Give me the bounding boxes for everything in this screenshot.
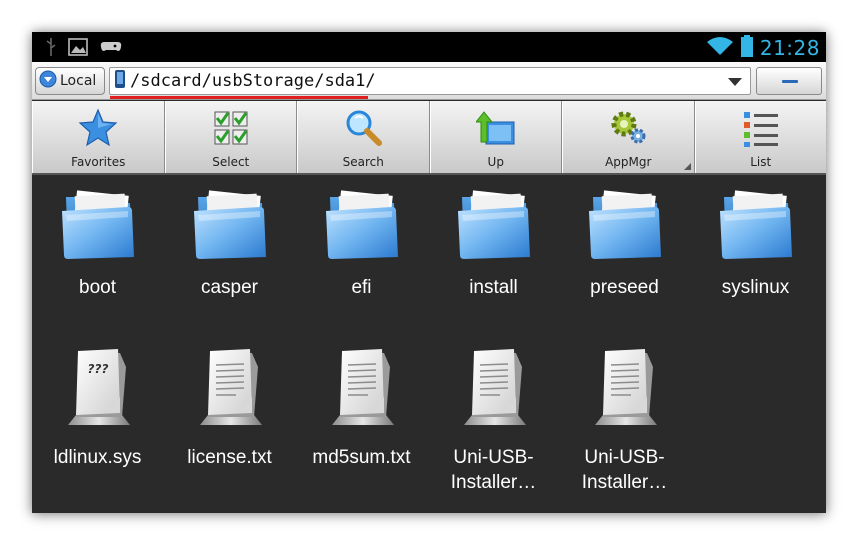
battery-icon <box>740 35 754 61</box>
favorites-button[interactable]: Favorites <box>32 101 165 173</box>
folder-icon <box>589 190 661 259</box>
folder-icon <box>194 190 266 259</box>
file-name-line2: Installer… <box>450 472 537 493</box>
list-view-button[interactable]: List <box>694 101 826 173</box>
file-name-line1: ldlinux.sys <box>53 447 142 468</box>
list-view-icon <box>743 112 778 147</box>
folder-name: install <box>469 277 518 298</box>
folder-name: syslinux <box>721 277 790 298</box>
appmgr-button[interactable]: AppMgr <box>562 101 695 173</box>
folder-item[interactable]: preseed <box>559 177 690 327</box>
file-name: Uni-USB- Installer… <box>559 445 690 495</box>
folder-item[interactable]: casper <box>164 177 295 327</box>
file-item[interactable]: Uni-USB- Installer… <box>428 337 559 493</box>
search-button[interactable]: Search <box>297 101 430 173</box>
folder-name: preseed <box>590 277 659 298</box>
folder-icon <box>326 190 398 259</box>
path-field[interactable]: /sdcard/usbStorage/sda1/ <box>109 67 751 95</box>
text-file-icon <box>332 349 394 425</box>
folder-item[interactable]: syslinux <box>690 177 821 327</box>
image-icon <box>68 38 88 60</box>
submenu-corner-indicator <box>683 163 691 170</box>
path-highlight-underline <box>110 96 368 99</box>
text-file-icon <box>464 349 526 425</box>
folder-icon <box>458 190 530 259</box>
folder-item[interactable]: efi <box>296 177 427 327</box>
minus-icon <box>782 80 798 83</box>
appmgr-label: AppMgr <box>605 155 652 169</box>
device-screen: 21:28 Local /sdcard/usbStorage/sda1/ Fav… <box>32 32 826 513</box>
folder-name: casper <box>200 277 259 298</box>
search-label: Search <box>342 155 384 169</box>
folder-name: efi <box>351 277 372 298</box>
folder-icon <box>720 190 792 259</box>
file-item[interactable]: ??? ldlinux.sys <box>32 337 163 487</box>
file-name: Uni-USB- Installer… <box>428 445 559 495</box>
minimize-button[interactable] <box>756 67 822 95</box>
file-name-line1: md5sum.txt <box>312 447 411 468</box>
file-name-line2: Installer… <box>581 472 668 493</box>
phone-storage-icon <box>114 69 126 93</box>
text-file-icon <box>200 349 262 425</box>
clock: 21:28 <box>759 36 820 60</box>
file-name: ldlinux.sys <box>32 445 163 470</box>
path-dropdown-arrow[interactable] <box>728 78 742 86</box>
current-path: /sdcard/usbStorage/sda1/ <box>130 71 376 91</box>
file-item[interactable]: Uni-USB- Installer… <box>559 337 690 493</box>
game-controller-icon <box>100 39 122 59</box>
star-icon <box>78 108 118 147</box>
file-item[interactable]: md5sum.txt <box>296 337 427 487</box>
file-name: license.txt <box>164 445 295 470</box>
wifi-icon <box>706 35 734 61</box>
magnifier-icon <box>346 110 383 146</box>
local-location-button[interactable]: Local <box>35 67 105 95</box>
usb-icon <box>46 38 56 60</box>
file-name-line1: Uni-USB- <box>584 447 665 468</box>
unknown-file-icon: ??? <box>68 349 130 425</box>
file-name: md5sum.txt <box>296 445 427 470</box>
local-button-label: Local <box>60 73 97 89</box>
file-name-line1: license.txt <box>187 447 272 468</box>
folder-up-icon <box>475 111 515 145</box>
folder-icon <box>62 190 134 259</box>
file-grid: boot casper efi install preseed syslinux… <box>32 177 826 513</box>
svg-text:???: ??? <box>88 362 109 376</box>
toolbar: Favorites Select Search Up AppMgr List <box>32 101 826 175</box>
file-name-line1: Uni-USB- <box>453 447 534 468</box>
file-item[interactable]: license.txt <box>164 337 295 487</box>
text-file-icon <box>595 349 657 425</box>
up-label: Up <box>487 155 504 169</box>
address-bar: Local /sdcard/usbStorage/sda1/ <box>32 62 826 100</box>
chevron-down-circle-icon <box>39 70 57 92</box>
folder-item[interactable]: install <box>428 177 559 327</box>
favorites-label: Favorites <box>71 155 126 169</box>
folder-item[interactable]: boot <box>32 177 163 327</box>
select-button[interactable]: Select <box>164 101 297 173</box>
checklist-icon <box>214 111 248 145</box>
select-label: Select <box>212 155 250 169</box>
up-button[interactable]: Up <box>429 101 562 173</box>
gears-icon <box>611 111 646 144</box>
list-label: List <box>750 155 772 169</box>
folder-name: boot <box>79 277 116 298</box>
status-bar: 21:28 <box>32 32 826 62</box>
